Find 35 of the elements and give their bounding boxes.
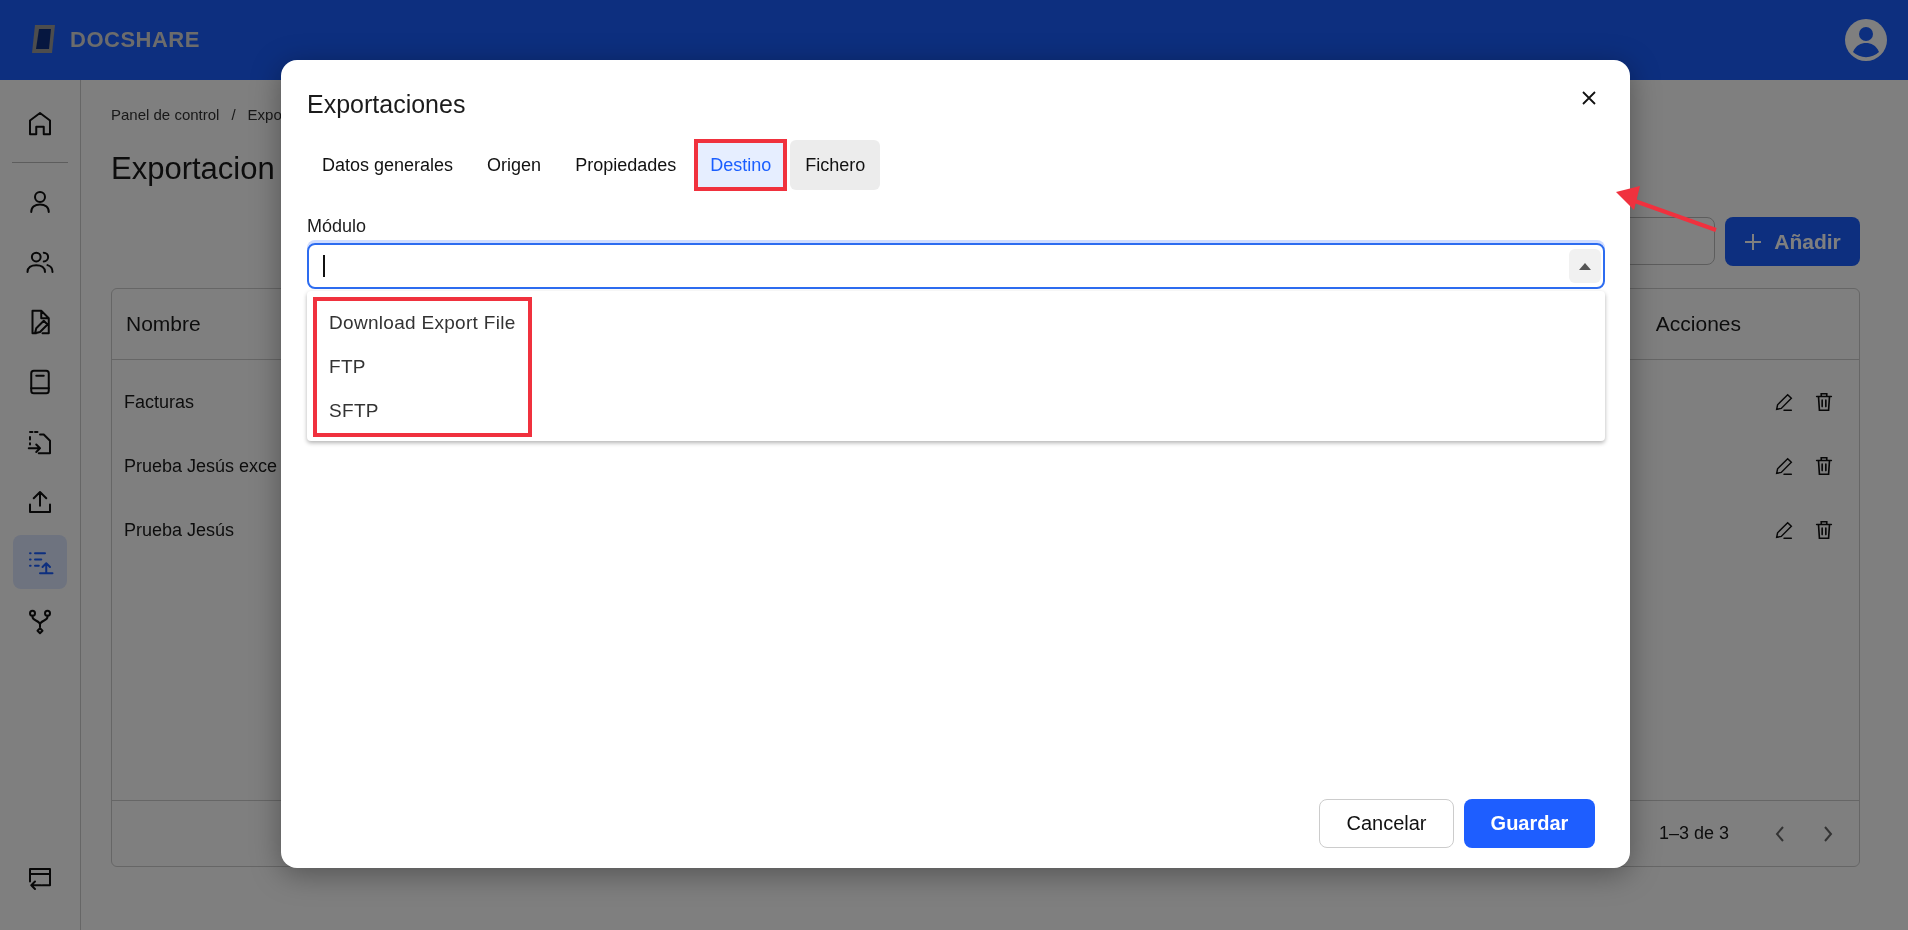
column-header: Acciones — [1655, 312, 1741, 336]
cancel-button[interactable]: Cancelar — [1319, 799, 1454, 848]
table-cell: Prueba Jesús — [124, 519, 235, 541]
dropdown-option[interactable]: SFTP — [315, 389, 530, 433]
page-title: Exportacion — [111, 151, 275, 187]
table-cell: Facturas — [124, 391, 195, 413]
close-icon[interactable] — [1581, 90, 1597, 106]
dialog-title: Exportaciones — [307, 90, 466, 119]
field-label: Módulo — [307, 216, 368, 237]
column-header: Nombre — [126, 312, 201, 336]
tab[interactable]: Propiedades — [560, 140, 692, 190]
edit-icon[interactable] — [1773, 455, 1795, 477]
avatar-icon[interactable] — [1844, 18, 1888, 62]
dropdown-option[interactable]: FTP — [315, 345, 530, 389]
pagination-text: 1–3 de 3 — [1658, 823, 1729, 844]
sidebar-item[interactable] — [13, 535, 67, 589]
tab[interactable]: Destino — [695, 140, 787, 190]
delete-icon[interactable] — [1813, 455, 1835, 477]
edit-icon[interactable] — [1773, 391, 1795, 413]
save-button[interactable]: Guardar — [1464, 799, 1595, 848]
brand-name: DOCSHARE — [70, 27, 200, 53]
breadcrumb-separator: / — [231, 105, 236, 123]
delete-icon[interactable] — [1813, 391, 1835, 413]
tab[interactable]: Origen — [472, 140, 557, 190]
table-cell: Prueba Jesús exce — [124, 455, 278, 477]
delete-icon[interactable] — [1813, 519, 1835, 541]
tab[interactable]: Datos generales — [307, 140, 469, 190]
breadcrumb-link[interactable]: Expo — [247, 105, 282, 123]
breadcrumb-link[interactable]: Panel de control — [111, 105, 220, 123]
edit-icon[interactable] — [1773, 519, 1795, 541]
module-select[interactable] — [307, 243, 1605, 289]
tab[interactable]: Fichero — [790, 140, 881, 190]
dropdown-option[interactable]: Download Export File — [315, 301, 530, 345]
plus-icon — [1744, 232, 1763, 251]
toggle-icon[interactable] — [1569, 249, 1601, 283]
